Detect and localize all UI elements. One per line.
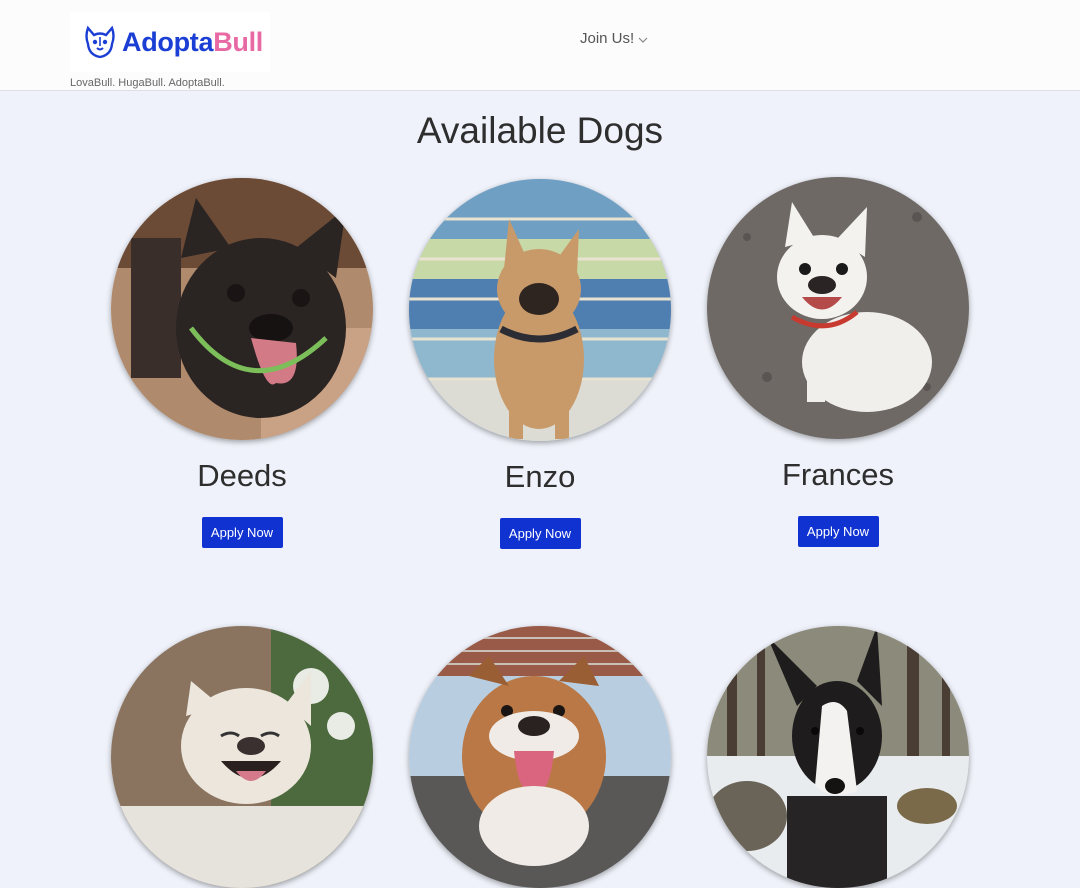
dog-photo[interactable]	[409, 626, 671, 888]
dog-card	[409, 626, 671, 888]
join-us-menu[interactable]: Join Us!	[580, 30, 648, 47]
apply-now-button[interactable]: Apply Now	[201, 517, 283, 548]
brand-logo[interactable]: AdoptaBull	[70, 12, 270, 72]
chevron-down-icon	[638, 37, 648, 43]
dog-card: Enzo Apply Now	[409, 179, 671, 549]
brand-name: AdoptaBull	[122, 26, 263, 57]
apply-now-button[interactable]: Apply Now	[499, 518, 581, 549]
dog-name: Frances	[782, 457, 894, 492]
dog-card	[111, 626, 373, 888]
dog-name: Enzo	[504, 459, 576, 494]
dog-name: Deeds	[197, 458, 287, 493]
dog-photo[interactable]	[111, 178, 373, 440]
dog-card: Frances Apply Now	[707, 177, 969, 547]
dog-photo[interactable]	[111, 626, 373, 888]
dog-card: Deeds Apply Now	[111, 178, 373, 548]
site-header: AdoptaBull LovaBull. HugaBull. AdoptaBul…	[0, 0, 1080, 91]
bulldog-logo-icon	[85, 25, 115, 59]
page-title: Available Dogs	[416, 110, 664, 151]
brand-tagline: LovaBull. HugaBull. AdoptaBull.	[70, 77, 225, 89]
dog-photo[interactable]	[409, 179, 671, 441]
apply-now-button[interactable]: Apply Now	[797, 516, 879, 547]
join-us-label: Join Us!	[580, 30, 635, 47]
dog-photo[interactable]	[707, 626, 969, 888]
dog-card	[707, 626, 969, 888]
dog-photo[interactable]	[707, 177, 969, 439]
